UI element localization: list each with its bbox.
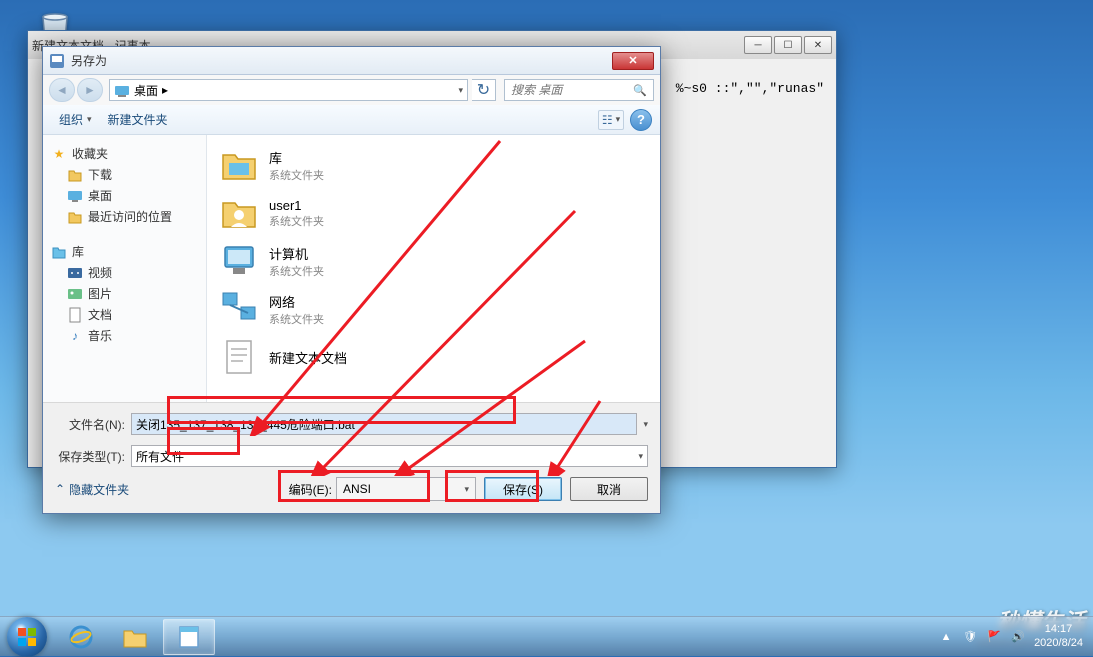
sidebar-favorites-header[interactable]: ★ 收藏夹: [47, 143, 202, 164]
dialog-title: 另存为: [71, 52, 107, 69]
taskbar-item-notepad[interactable]: [163, 619, 215, 655]
tray-shield-icon[interactable]: 🛡: [962, 629, 978, 645]
refresh-button[interactable]: ↻: [472, 79, 496, 101]
document-icon: [67, 307, 83, 323]
breadcrumb[interactable]: 桌面 ▸ ▾: [109, 79, 468, 101]
tray-clock[interactable]: 14:17 2020/8/24: [1034, 623, 1083, 649]
location-icon: [114, 82, 130, 98]
file-row[interactable]: 网络系统文件夹: [207, 285, 660, 333]
file-row[interactable]: 新建文本文档: [207, 333, 660, 381]
organize-button[interactable]: 组织▾: [51, 107, 100, 132]
encoding-select[interactable]: ANSI▾: [336, 477, 476, 501]
tray-expand-icon[interactable]: ▲: [938, 629, 954, 645]
sidebar-item-downloads[interactable]: 下载: [47, 164, 202, 185]
picture-icon: [67, 286, 83, 302]
back-button[interactable]: ◄: [49, 78, 75, 102]
music-icon: ♪: [67, 328, 83, 344]
taskbar-item-explorer[interactable]: [109, 619, 161, 655]
filename-input[interactable]: 关闭135_137_138_139_445危险端口.bat: [131, 413, 637, 435]
network-icon: [219, 289, 259, 329]
video-icon: [67, 265, 83, 281]
desktop-icon: [67, 188, 83, 204]
star-icon: ★: [51, 146, 67, 162]
file-row[interactable]: 库系统文件夹: [207, 141, 660, 189]
close-button[interactable]: ✕: [612, 52, 654, 70]
recent-icon: [67, 209, 83, 225]
user-folder-icon: [219, 193, 259, 233]
new-folder-button[interactable]: 新建文件夹: [100, 107, 176, 132]
file-row[interactable]: user1系统文件夹: [207, 189, 660, 237]
chevron-up-icon: ⌃: [55, 482, 65, 496]
file-list[interactable]: 库系统文件夹 user1系统文件夹 计算机系统文件夹 网络系统文件夹 新建文本文…: [207, 135, 660, 402]
txt-file-icon: [219, 337, 259, 377]
library-folder-icon: [219, 145, 259, 185]
sidebar-item-videos[interactable]: 视频: [47, 262, 202, 283]
sidebar: ★ 收藏夹 下载 桌面 最近访问的位置 库 视频 图片 文档 ♪音乐: [43, 135, 207, 402]
computer-icon: [219, 241, 259, 281]
tray-flag-icon[interactable]: 🚩: [986, 629, 1002, 645]
taskbar: ▲ 🛡 🚩 🔊 14:17 2020/8/24: [0, 616, 1093, 656]
help-button[interactable]: ?: [630, 109, 652, 131]
maximize-button[interactable]: ☐: [774, 36, 802, 54]
file-row[interactable]: 计算机系统文件夹: [207, 237, 660, 285]
breadcrumb-separator: ▸: [162, 83, 168, 97]
minimize-button[interactable]: ─: [744, 36, 772, 54]
start-button[interactable]: [0, 617, 54, 657]
view-mode-button[interactable]: ☷▾: [598, 110, 624, 130]
hide-folders-toggle[interactable]: ⌃ 隐藏文件夹: [55, 481, 129, 498]
save-button[interactable]: 保存(S): [484, 477, 562, 501]
tray-volume-icon[interactable]: 🔊: [1010, 629, 1026, 645]
breadcrumb-dropdown[interactable]: ▾: [458, 85, 463, 96]
close-button[interactable]: ✕: [804, 36, 832, 54]
filename-label: 文件名(N):: [55, 416, 125, 433]
encoding-label: 编码(E):: [289, 481, 332, 498]
taskbar-item-ie[interactable]: [55, 619, 107, 655]
location-text: 桌面: [134, 82, 158, 99]
search-input[interactable]: [511, 83, 633, 97]
download-icon: [67, 167, 83, 183]
library-icon: [51, 244, 67, 260]
sidebar-item-documents[interactable]: 文档: [47, 304, 202, 325]
sidebar-item-desktop[interactable]: 桌面: [47, 185, 202, 206]
filename-dropdown[interactable]: ▾: [643, 419, 648, 430]
filetype-label: 保存类型(T):: [55, 448, 125, 465]
search-box[interactable]: 🔍: [504, 79, 654, 101]
save-as-dialog: 另存为 ✕ ◄ ► 桌面 ▸ ▾ ↻ 🔍 组织▾ 新建文件夹 ☷▾ ?: [42, 46, 661, 514]
dialog-icon: [49, 53, 65, 69]
forward-button[interactable]: ►: [77, 78, 103, 102]
sidebar-libraries-header[interactable]: 库: [47, 241, 202, 262]
sidebar-item-music[interactable]: ♪音乐: [47, 325, 202, 346]
notepad-content[interactable]: %~s0 ::","","runas": [676, 81, 824, 96]
cancel-button[interactable]: 取消: [570, 477, 648, 501]
sidebar-item-recent[interactable]: 最近访问的位置: [47, 206, 202, 227]
filetype-select[interactable]: 所有文件▾: [131, 445, 648, 467]
search-icon: 🔍: [633, 84, 647, 97]
system-tray: ▲ 🛡 🚩 🔊 14:17 2020/8/24: [938, 623, 1093, 649]
sidebar-item-pictures[interactable]: 图片: [47, 283, 202, 304]
